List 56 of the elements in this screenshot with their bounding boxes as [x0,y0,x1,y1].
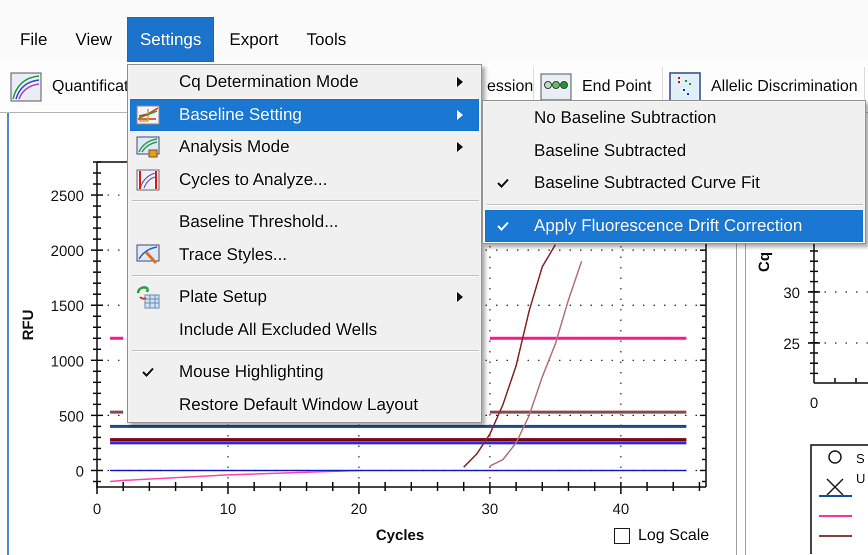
check-icon [496,178,508,188]
tick-label: 30 [482,501,498,518]
menu-bar-item[interactable]: Tools [294,17,360,62]
legend-label: U [856,471,866,486]
menu-item[interactable]: Baseline Setting [130,98,479,131]
x-axis [814,378,868,384]
menu-item[interactable]: Cycles to Analyze... [130,164,479,196]
plate-grid-icon [136,285,160,310]
tick-label: 10 [220,501,236,518]
tick-label: 2500 [50,188,84,206]
tick-label: 2000 [50,243,84,260]
menu-item[interactable]: Cq Determination Mode [130,66,479,98]
menu-item[interactable]: Baseline Subtracted [485,134,863,167]
check-icon [496,220,508,231]
tick-label: 0 [92,501,102,518]
menu-item[interactable]: Analysis Mode [130,131,479,164]
scatter-icon [669,72,701,102]
tick-label: 0 [76,463,84,480]
menu-item[interactable]: Baseline Subtracted Curve Fit [485,167,863,200]
menu-item[interactable]: Apply Fluorescence Drift Correction [485,210,863,242]
tick-label: 1000 [50,353,84,370]
menu-item[interactable]: Restore Default Window Layout [130,388,479,421]
tick-label: 500 [58,408,84,426]
checkbox[interactable] [614,528,630,544]
x-axis-label: Cycles [376,527,424,544]
tick-label: 20 [350,501,368,518]
submenu-arrow-icon [457,142,463,152]
menu-item[interactable]: Mouse Highlighting [130,356,479,388]
cross-marker-icon [826,478,844,496]
tick-label: 0 [810,395,818,412]
circle-marker-icon [828,450,842,464]
menu-item[interactable]: Include All Excluded Wells [130,314,479,346]
check-icon [142,367,154,378]
tick-label: 25 [783,336,800,353]
menu-item[interactable]: Plate Setup [130,281,479,314]
submenu-arrow-icon [457,77,463,88]
legend-label: S [856,451,865,466]
tick-label: 40 [612,501,630,518]
checkbox-label: Log Scale [638,527,710,545]
menu-item[interactable]: Trace Styles... [130,238,479,271]
tick-label: 1500 [50,298,84,316]
submenu-arrow-icon [457,292,463,302]
chart-pencil-icon [136,244,160,266]
menu-item[interactable]: Baseline Threshold... [130,206,479,238]
y-axis-label: RFU [20,310,37,340]
y-axis-label: Cq [756,252,773,272]
chart-icon [136,104,160,125]
chart-range-icon [136,168,160,191]
tick-label: 30 [783,285,800,302]
submenu-arrow-icon [457,110,463,120]
menu-bar-item[interactable]: File [7,17,60,62]
menu-bar-item[interactable]: Export [216,17,292,62]
curves-icon [10,72,42,102]
menu-bar-item[interactable]: Settings [126,17,214,62]
menu-bar-item[interactable]: View [62,17,125,62]
chart-lock-icon [136,136,160,158]
